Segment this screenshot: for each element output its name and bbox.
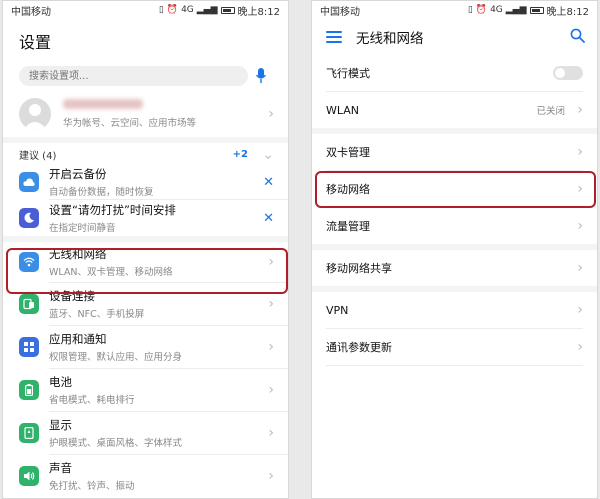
account-row[interactable]: 华为帐号、云空间、应用市场等 › — [3, 91, 288, 143]
battery-icon — [529, 6, 544, 14]
signal-type: 4G — [490, 5, 503, 15]
carrier-params-row[interactable]: 通讯参数更新 › — [312, 329, 597, 365]
wlan-status: 已关闭 — [536, 106, 565, 117]
list-item-display[interactable]: 显示 护眼模式、桌面风格、字体样式 › — [3, 412, 288, 454]
chevron-right-icon: › — [577, 181, 583, 197]
list-item-sound[interactable]: 声音 免打扰、铃声、振动 › — [3, 455, 288, 497]
chevron-right-icon: › — [268, 254, 274, 270]
page-title: 无线和网络 — [356, 31, 424, 47]
apps-icon — [19, 337, 39, 357]
list-item-wireless-network[interactable]: 无线和网络 WLAN、双卡管理、移动网络 › — [3, 242, 288, 282]
settings-screen: 中国移动 ▯ ⏰ 4G ▂▄▆ 晚上8:12 设置 华为帐号、云空间、应用市场等… — [2, 0, 289, 499]
suggestions-label: 建议 (4) — [19, 150, 57, 162]
device-icon — [19, 294, 39, 314]
avatar — [19, 98, 51, 130]
vpn-row[interactable]: VPN › — [312, 292, 597, 328]
status-bar: 中国移动 ▯ ⏰ 4G ▂▄▆ 晚上8:12 — [312, 1, 597, 19]
airplane-mode-row[interactable]: 飞行模式 — [312, 55, 597, 91]
list-item-apps-notifications[interactable]: 应用和通知 权限管理、默认应用、应用分身 › — [3, 326, 288, 368]
chevron-right-icon: › — [577, 339, 583, 355]
account-sub: 华为帐号、云空间、应用市场等 — [63, 118, 197, 129]
mobile-network-row[interactable]: 移动网络 › — [312, 171, 597, 207]
chevron-right-icon: › — [577, 102, 583, 118]
battery-icon — [220, 6, 235, 14]
chevron-right-icon: › — [577, 144, 583, 160]
vibrate-icon: ▯ — [158, 5, 164, 15]
chevron-down-icon[interactable]: › — [260, 148, 276, 160]
suggestions-count[interactable]: +2 — [233, 149, 248, 160]
search-input[interactable] — [19, 66, 248, 86]
carrier-label: 中国移动 — [320, 6, 360, 18]
wlan-row[interactable]: WLAN 已关闭 › — [312, 92, 597, 128]
close-icon[interactable]: ✕ — [263, 175, 274, 190]
signal-type: 4G — [181, 5, 194, 15]
suggestions-header: 建议 (4) +2 › — [3, 143, 288, 165]
list-item-battery[interactable]: 电池 省电模式、耗电排行 › — [3, 369, 288, 411]
close-icon[interactable]: ✕ — [263, 211, 274, 226]
display-icon — [19, 423, 39, 443]
carrier-label: 中国移动 — [11, 6, 51, 18]
status-bar: 中国移动 ▯ ⏰ 4G ▂▄▆ 晚上8:12 — [3, 1, 288, 19]
list-item-do-not-disturb[interactable]: 设置“请勿打扰”时间安排 在指定时间静音 ✕ — [3, 200, 288, 236]
chevron-right-icon: › — [577, 218, 583, 234]
chevron-right-icon: › — [268, 468, 274, 484]
chevron-right-icon: › — [268, 382, 274, 398]
chevron-right-icon: › — [268, 425, 274, 441]
chevron-right-icon: › — [577, 302, 583, 318]
menu-icon[interactable] — [326, 31, 342, 43]
cloud-icon — [19, 172, 39, 192]
airplane-mode-toggle[interactable] — [553, 66, 583, 80]
chevron-right-icon: › — [268, 106, 274, 122]
sound-icon — [19, 466, 39, 486]
wireless-network-screen: 中国移动 ▯ ⏰ 4G ▂▄▆ 晚上8:12 无线和网络 飞行模式 WLAN 已… — [311, 0, 598, 499]
wifi-icon — [19, 252, 39, 272]
alarm-icon: ⏰ — [475, 5, 488, 15]
search-icon[interactable] — [570, 28, 585, 47]
list-item-device-connection[interactable]: 设备连接 蓝牙、NFC、手机投屏 › — [3, 283, 288, 325]
chevron-right-icon: › — [577, 260, 583, 276]
time-label: 晚上8:12 — [546, 6, 589, 18]
microphone-icon[interactable] — [248, 68, 274, 84]
time-label: 晚上8:12 — [237, 6, 280, 18]
page-title: 设置 — [19, 33, 52, 52]
chevron-right-icon: › — [268, 296, 274, 312]
battery-icon — [19, 380, 39, 400]
signal-icon: ▂▄▆ — [196, 5, 218, 15]
chevron-right-icon: › — [268, 339, 274, 355]
signal-icon: ▂▄▆ — [505, 5, 527, 15]
alarm-icon: ⏰ — [166, 5, 179, 15]
list-item-cloud-backup[interactable]: 开启云备份 自动备份数据，随时恢复 ✕ — [3, 165, 288, 199]
vibrate-icon: ▯ — [467, 5, 473, 15]
app-bar: 无线和网络 — [312, 19, 597, 55]
account-name-blurred — [63, 99, 143, 109]
moon-icon — [19, 208, 39, 228]
hotspot-row[interactable]: 移动网络共享 › — [312, 250, 597, 286]
traffic-management-row[interactable]: 流量管理 › — [312, 208, 597, 244]
dual-sim-row[interactable]: 双卡管理 › — [312, 134, 597, 170]
